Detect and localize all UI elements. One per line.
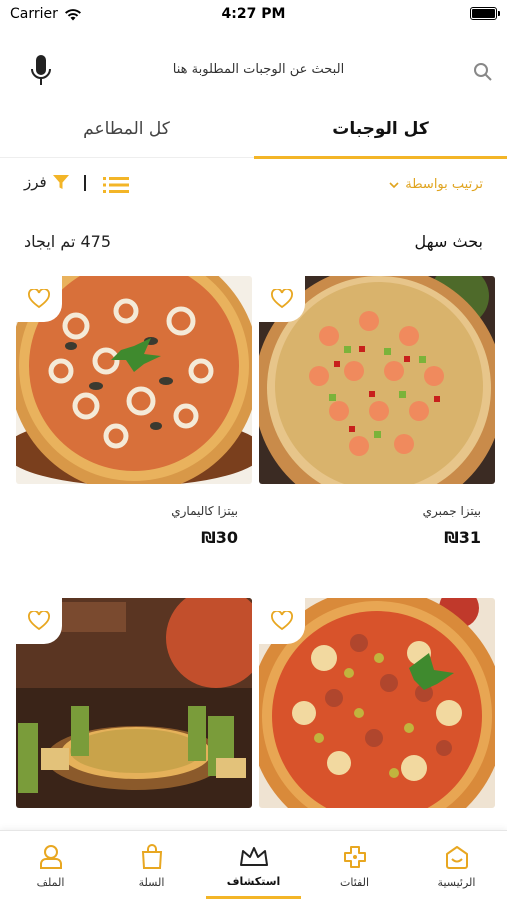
tab-all-meals-label: كل الوجبات — [332, 119, 429, 139]
chevron-down-icon — [389, 181, 399, 188]
product-name: بيتزا كاليماري — [171, 504, 238, 518]
product-card[interactable] — [259, 598, 495, 838]
heart-icon — [28, 611, 50, 631]
nav-profile[interactable]: الملف — [0, 831, 101, 900]
nav-profile-label: الملف — [36, 875, 65, 889]
nav-cart[interactable]: السلة — [101, 831, 202, 900]
easy-search-label[interactable]: بحث سهل — [415, 232, 483, 251]
microphone-icon[interactable] — [28, 54, 54, 88]
crown-icon — [239, 846, 268, 866]
battery-icon — [470, 7, 500, 20]
nav-explore-label: استكشاف — [226, 874, 281, 888]
tab-all-meals[interactable]: كل الوجبات — [254, 100, 507, 159]
product-card[interactable]: بيتزا جمبري ₪31 — [259, 276, 495, 566]
search-input[interactable]: البحث عن الوجبات المطلوبة هنا — [70, 62, 447, 77]
nav-categories[interactable]: الفئات — [304, 831, 405, 900]
heart-icon — [271, 611, 293, 631]
sort-label: ترتيب بواسطة — [405, 177, 483, 192]
nav-cart-label: السلة — [138, 875, 165, 889]
clock: 4:27 PM — [221, 6, 286, 22]
funnel-icon — [52, 175, 69, 189]
filter-row: فرز ترتيب بواسطة — [0, 168, 507, 202]
product-price: ₪30 — [201, 528, 238, 547]
search-icon[interactable] — [473, 62, 493, 82]
tab-bar: كل المطاعم كل الوجبات — [0, 100, 507, 159]
results-row: 475 تم ايجاد بحث سهل — [0, 228, 507, 256]
favorite-button[interactable] — [16, 598, 62, 644]
heart-icon — [271, 289, 293, 309]
tab-all-restaurants-label: كل المطاعم — [83, 119, 170, 139]
favorite-button[interactable] — [259, 276, 305, 322]
product-card[interactable]: بيتزا كاليماري ₪30 — [16, 276, 252, 566]
nav-home[interactable]: الرئيسية — [406, 831, 507, 900]
product-card[interactable] — [16, 598, 252, 838]
home-icon — [445, 845, 468, 869]
active-tab-indicator — [254, 156, 507, 159]
categories-icon — [343, 845, 366, 868]
nav-explore[interactable]: استكشاف — [203, 831, 304, 900]
product-price: ₪31 — [444, 528, 481, 547]
filter-button[interactable]: فرز — [24, 172, 71, 192]
heart-icon — [28, 289, 50, 309]
active-nav-indicator — [206, 896, 301, 899]
bag-icon — [141, 843, 162, 869]
favorite-button[interactable] — [16, 276, 62, 322]
search-bar: البحث عن الوجبات المطلوبة هنا — [0, 48, 507, 94]
nav-categories-label: الفئات — [340, 875, 369, 889]
favorite-button[interactable] — [259, 598, 305, 644]
tab-all-restaurants[interactable]: كل المطاعم — [0, 100, 253, 158]
results-count: 475 تم ايجاد — [24, 232, 112, 251]
product-name: بيتزا جمبري — [422, 504, 481, 518]
sort-dropdown[interactable]: ترتيب بواسطة — [389, 177, 483, 192]
bottom-nav: الملف السلة استكشاف الفئات الرئيسية — [0, 830, 507, 900]
nav-home-label: الرئيسية — [437, 875, 476, 889]
status-bar: Carrier 4:27 PM — [0, 0, 507, 30]
list-view-icon[interactable] — [103, 176, 129, 194]
profile-icon — [39, 844, 62, 869]
divider — [84, 175, 86, 191]
filter-label: فرز — [24, 173, 47, 191]
